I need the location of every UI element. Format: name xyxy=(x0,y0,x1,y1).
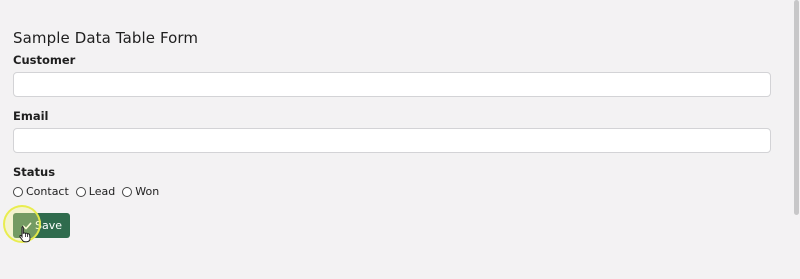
email-input[interactable] xyxy=(13,128,771,153)
customer-label: Customer xyxy=(13,53,76,67)
status-option-label: Won xyxy=(135,185,160,198)
status-label: Status xyxy=(13,165,56,179)
vertical-scrollbar[interactable] xyxy=(792,0,800,279)
email-label: Email xyxy=(13,109,49,123)
status-option-lead[interactable]: Lead xyxy=(75,185,116,199)
scrollbar-thumb[interactable] xyxy=(794,0,799,215)
status-option-contact[interactable]: Contact xyxy=(13,185,69,199)
page: Sample Data Table Form Customer Email St… xyxy=(0,0,800,279)
status-radio-group: Contact Lead Won xyxy=(13,184,771,200)
save-button-label: Save xyxy=(35,219,63,232)
check-icon xyxy=(22,222,32,229)
radio-circle-icon[interactable] xyxy=(122,187,133,197)
customer-input[interactable] xyxy=(13,72,771,97)
status-option-label: Lead xyxy=(88,185,116,198)
sample-data-table-form: Sample Data Table Form Customer Email St… xyxy=(13,28,771,200)
status-option-label: Contact xyxy=(26,185,69,198)
status-option-won[interactable]: Won xyxy=(122,185,159,199)
form-title: Sample Data Table Form xyxy=(13,29,199,47)
radio-circle-icon[interactable] xyxy=(13,187,23,197)
radio-circle-icon[interactable] xyxy=(75,187,86,197)
save-button[interactable]: Save xyxy=(13,213,70,238)
